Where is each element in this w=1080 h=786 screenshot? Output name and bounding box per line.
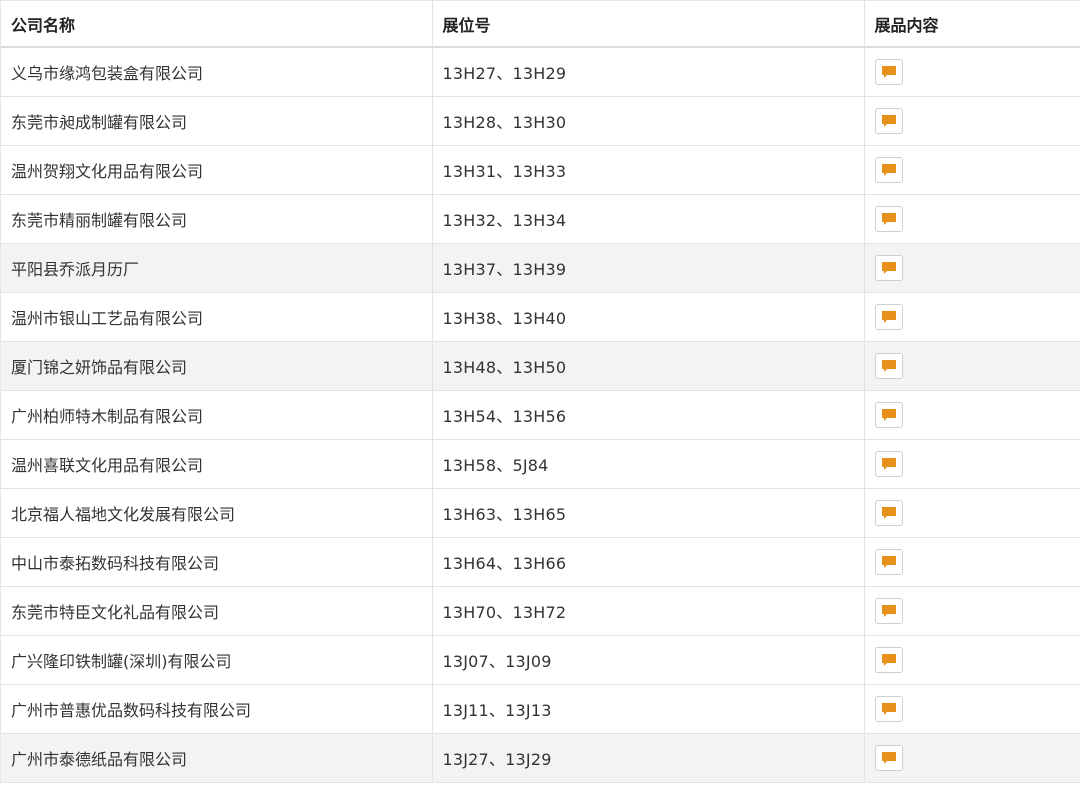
company-name-cell: 温州市银山工艺品有限公司 bbox=[1, 292, 433, 342]
company-name-cell: 广州柏师特木制品有限公司 bbox=[1, 390, 433, 440]
company-name-cell: 北京福人福地文化发展有限公司 bbox=[1, 488, 433, 538]
booth-number-cell: 13H27、13H29 bbox=[432, 47, 865, 97]
company-name-cell: 广兴隆印铁制罐(深圳)有限公司 bbox=[1, 635, 433, 685]
booth-number-cell: 13J07、13J09 bbox=[432, 635, 865, 685]
exhibit-content-button[interactable] bbox=[874, 59, 903, 85]
exhibit-content-cell bbox=[864, 488, 1080, 538]
header-exhibit-content: 展品内容 bbox=[864, 1, 1080, 48]
table-row: 温州喜联文化用品有限公司 13H58、5J84 bbox=[1, 439, 1080, 489]
exhibit-content-cell bbox=[864, 47, 1080, 97]
table-body: 义乌市缘鸿包装盒有限公司 13H27、13H29 东莞市昶成制罐有限公司 13H… bbox=[1, 47, 1080, 783]
booth-number-cell: 13H58、5J84 bbox=[432, 439, 865, 489]
exhibit-content-button[interactable] bbox=[874, 696, 903, 722]
table-row: 温州市银山工艺品有限公司 13H38、13H40 bbox=[1, 292, 1080, 342]
table-row: 温州贺翔文化用品有限公司 13H31、13H33 bbox=[1, 145, 1080, 195]
exhibit-content-button[interactable] bbox=[874, 206, 903, 232]
header-booth-number: 展位号 bbox=[432, 1, 865, 48]
speech-bubble-icon bbox=[881, 115, 896, 127]
exhibit-content-button[interactable] bbox=[874, 304, 903, 330]
table-row: 广州市泰德纸品有限公司 13J27、13J29 bbox=[1, 733, 1080, 783]
table-row: 义乌市缘鸿包装盒有限公司 13H27、13H29 bbox=[1, 47, 1080, 97]
booth-number-cell: 13H38、13H40 bbox=[432, 292, 865, 342]
table-header-row: 公司名称 展位号 展品内容 bbox=[1, 1, 1080, 48]
speech-bubble-icon bbox=[881, 360, 896, 372]
exhibit-content-cell bbox=[864, 439, 1080, 489]
table-row: 广州市普惠优品数码科技有限公司 13J11、13J13 bbox=[1, 684, 1080, 734]
table-row: 东莞市昶成制罐有限公司 13H28、13H30 bbox=[1, 96, 1080, 146]
exhibit-content-button[interactable] bbox=[874, 451, 903, 477]
speech-bubble-icon bbox=[881, 752, 896, 764]
speech-bubble-icon bbox=[881, 409, 896, 421]
booth-number-cell: 13H37、13H39 bbox=[432, 243, 865, 293]
exhibit-content-button[interactable] bbox=[874, 598, 903, 624]
speech-bubble-icon bbox=[881, 213, 896, 225]
company-name-cell: 东莞市精丽制罐有限公司 bbox=[1, 194, 433, 244]
exhibit-content-button[interactable] bbox=[874, 647, 903, 673]
table-row: 中山市泰拓数码科技有限公司 13H64、13H66 bbox=[1, 537, 1080, 587]
booth-number-cell: 13J27、13J29 bbox=[432, 733, 865, 783]
speech-bubble-icon bbox=[881, 164, 896, 176]
speech-bubble-icon bbox=[881, 507, 896, 519]
exhibit-content-button[interactable] bbox=[874, 745, 903, 771]
table-row: 东莞市精丽制罐有限公司 13H32、13H34 bbox=[1, 194, 1080, 244]
exhibit-content-cell bbox=[864, 733, 1080, 783]
booth-number-cell: 13H54、13H56 bbox=[432, 390, 865, 440]
exhibit-content-cell bbox=[864, 684, 1080, 734]
exhibit-content-cell bbox=[864, 390, 1080, 440]
speech-bubble-icon bbox=[881, 66, 896, 78]
company-name-cell: 东莞市昶成制罐有限公司 bbox=[1, 96, 433, 146]
table-row: 北京福人福地文化发展有限公司 13H63、13H65 bbox=[1, 488, 1080, 538]
exhibit-content-button[interactable] bbox=[874, 549, 903, 575]
booth-number-cell: 13H70、13H72 bbox=[432, 586, 865, 636]
table-row: 平阳县乔派月历厂 13H37、13H39 bbox=[1, 243, 1080, 293]
exhibit-content-cell bbox=[864, 537, 1080, 587]
speech-bubble-icon bbox=[881, 703, 896, 715]
exhibitor-table-container: 公司名称 展位号 展品内容 义乌市缘鸿包装盒有限公司 13H27、13H29 东… bbox=[0, 0, 1080, 783]
company-name-cell: 广州市泰德纸品有限公司 bbox=[1, 733, 433, 783]
exhibit-content-button[interactable] bbox=[874, 157, 903, 183]
company-name-cell: 东莞市特臣文化礼品有限公司 bbox=[1, 586, 433, 636]
header-company-name: 公司名称 bbox=[1, 1, 433, 48]
exhibit-content-cell bbox=[864, 292, 1080, 342]
exhibit-content-button[interactable] bbox=[874, 108, 903, 134]
speech-bubble-icon bbox=[881, 262, 896, 274]
speech-bubble-icon bbox=[881, 311, 896, 323]
speech-bubble-icon bbox=[881, 556, 896, 568]
exhibit-content-cell bbox=[864, 145, 1080, 195]
exhibit-content-cell bbox=[864, 96, 1080, 146]
table-row: 厦门锦之妍饰品有限公司 13H48、13H50 bbox=[1, 341, 1080, 391]
table-row: 广州柏师特木制品有限公司 13H54、13H56 bbox=[1, 390, 1080, 440]
exhibit-content-cell bbox=[864, 586, 1080, 636]
company-name-cell: 平阳县乔派月历厂 bbox=[1, 243, 433, 293]
speech-bubble-icon bbox=[881, 605, 896, 617]
company-name-cell: 义乌市缘鸿包装盒有限公司 bbox=[1, 47, 433, 97]
exhibit-content-button[interactable] bbox=[874, 353, 903, 379]
company-name-cell: 温州贺翔文化用品有限公司 bbox=[1, 145, 433, 195]
exhibit-content-cell bbox=[864, 635, 1080, 685]
booth-number-cell: 13H64、13H66 bbox=[432, 537, 865, 587]
exhibit-content-button[interactable] bbox=[874, 402, 903, 428]
exhibit-content-cell bbox=[864, 243, 1080, 293]
company-name-cell: 厦门锦之妍饰品有限公司 bbox=[1, 341, 433, 391]
booth-number-cell: 13H48、13H50 bbox=[432, 341, 865, 391]
company-name-cell: 温州喜联文化用品有限公司 bbox=[1, 439, 433, 489]
exhibit-content-cell bbox=[864, 194, 1080, 244]
table-row: 东莞市特臣文化礼品有限公司 13H70、13H72 bbox=[1, 586, 1080, 636]
speech-bubble-icon bbox=[881, 654, 896, 666]
booth-number-cell: 13H63、13H65 bbox=[432, 488, 865, 538]
booth-number-cell: 13J11、13J13 bbox=[432, 684, 865, 734]
booth-number-cell: 13H32、13H34 bbox=[432, 194, 865, 244]
table-row: 广兴隆印铁制罐(深圳)有限公司 13J07、13J09 bbox=[1, 635, 1080, 685]
exhibit-content-button[interactable] bbox=[874, 500, 903, 526]
company-name-cell: 中山市泰拓数码科技有限公司 bbox=[1, 537, 433, 587]
company-name-cell: 广州市普惠优品数码科技有限公司 bbox=[1, 684, 433, 734]
speech-bubble-icon bbox=[881, 458, 896, 470]
exhibitor-table: 公司名称 展位号 展品内容 义乌市缘鸿包装盒有限公司 13H27、13H29 东… bbox=[1, 1, 1080, 783]
booth-number-cell: 13H28、13H30 bbox=[432, 96, 865, 146]
exhibit-content-cell bbox=[864, 341, 1080, 391]
booth-number-cell: 13H31、13H33 bbox=[432, 145, 865, 195]
exhibit-content-button[interactable] bbox=[874, 255, 903, 281]
